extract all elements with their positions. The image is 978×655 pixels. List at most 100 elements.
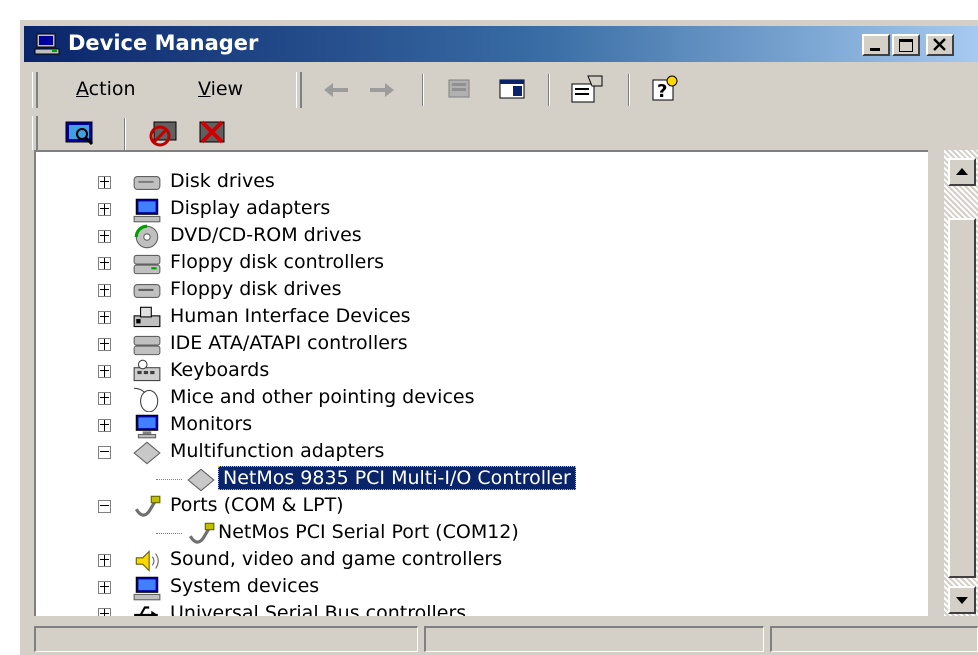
tree-item-label[interactable]: DVD/CD-ROM drives bbox=[170, 224, 362, 246]
tree-device[interactable]: NetMos PCI Serial Port (COM12) bbox=[36, 521, 916, 547]
expand-icon[interactable] bbox=[98, 176, 111, 189]
status-pane-3 bbox=[770, 626, 978, 652]
tree-device[interactable]: NetMos 9835 PCI Multi-I/O Controller bbox=[36, 466, 916, 493]
svg-text:?: ? bbox=[657, 81, 667, 102]
tree-category[interactable]: Floppy disk controllers bbox=[36, 251, 916, 277]
tree-item-label[interactable]: Human Interface Devices bbox=[170, 305, 411, 327]
properties-icon[interactable] bbox=[570, 74, 604, 104]
close-icon bbox=[933, 38, 946, 51]
tree-category[interactable]: DVD/CD-ROM drives bbox=[36, 224, 916, 250]
tree-category[interactable]: Floppy disk drives bbox=[36, 278, 916, 304]
tree-category[interactable]: Multifunction adapters bbox=[36, 440, 916, 466]
monitor-icon bbox=[135, 414, 159, 439]
minimize-button[interactable] bbox=[862, 34, 890, 56]
status-pane-2 bbox=[424, 626, 764, 652]
expand-icon[interactable] bbox=[98, 608, 111, 616]
computer-icon[interactable] bbox=[446, 76, 476, 102]
menu-action[interactable]: Action bbox=[76, 78, 136, 100]
expand-icon[interactable] bbox=[98, 392, 111, 405]
tree-category[interactable]: Keyboards bbox=[36, 359, 916, 385]
toolbar-separator bbox=[124, 118, 126, 150]
back-icon[interactable] bbox=[322, 80, 352, 100]
tree-category[interactable]: Mice and other pointing devices bbox=[36, 386, 916, 412]
tree-category[interactable]: Display adapters bbox=[36, 197, 916, 223]
tree-item-label[interactable]: Sound, video and game controllers bbox=[170, 548, 502, 570]
tree-item-label[interactable]: Universal Serial Bus controllers bbox=[170, 602, 466, 616]
properties-panel-icon[interactable] bbox=[498, 78, 526, 100]
tree-item-label[interactable]: Multifunction adapters bbox=[170, 440, 384, 462]
toolbar2-grip[interactable] bbox=[32, 116, 38, 150]
disk-drive-icon bbox=[133, 176, 161, 190]
expand-icon[interactable] bbox=[98, 365, 111, 378]
tree-item-label[interactable]: Keyboards bbox=[170, 359, 269, 381]
dvd-cdrom-icon bbox=[134, 224, 159, 249]
expand-icon[interactable] bbox=[98, 203, 111, 216]
arrow-down-icon bbox=[956, 597, 968, 604]
scrollbar-thumb[interactable] bbox=[948, 218, 976, 578]
close-button[interactable] bbox=[926, 34, 954, 56]
expand-icon[interactable] bbox=[98, 419, 111, 432]
tree-category[interactable]: Human Interface Devices bbox=[36, 305, 916, 331]
tree-item-label[interactable]: System devices bbox=[170, 575, 319, 597]
status-pane-1 bbox=[34, 626, 418, 652]
system-device-icon bbox=[133, 576, 161, 601]
menu-view[interactable]: View bbox=[198, 78, 243, 100]
menubar-grip[interactable] bbox=[32, 72, 38, 108]
tree-category[interactable]: System devices bbox=[36, 575, 916, 601]
forward-icon[interactable] bbox=[366, 80, 396, 100]
tree-category[interactable]: IDE ATA/ATAPI controllers bbox=[36, 332, 916, 358]
expand-icon[interactable] bbox=[98, 257, 111, 270]
maximize-icon bbox=[899, 39, 913, 52]
expand-icon[interactable] bbox=[98, 311, 111, 324]
maximize-button[interactable] bbox=[892, 34, 920, 56]
tree-item-label[interactable]: Display adapters bbox=[170, 197, 330, 219]
tree-connector-line bbox=[156, 479, 182, 480]
collapse-icon[interactable] bbox=[98, 446, 111, 459]
tree-item-label[interactable]: NetMos PCI Serial Port (COM12) bbox=[218, 521, 519, 543]
disable-device-icon[interactable] bbox=[148, 118, 180, 148]
expand-icon[interactable] bbox=[98, 554, 111, 567]
keyboard-icon bbox=[133, 359, 161, 382]
tree-category[interactable]: Universal Serial Bus controllers bbox=[36, 602, 916, 616]
expand-icon[interactable] bbox=[98, 581, 111, 594]
tree-item-label[interactable]: IDE ATA/ATAPI controllers bbox=[170, 332, 408, 354]
mouse-icon bbox=[134, 387, 159, 412]
expand-icon[interactable] bbox=[98, 284, 111, 297]
tree-category[interactable]: Sound, video and game controllers bbox=[36, 548, 916, 574]
tree-item-label[interactable]: Mice and other pointing devices bbox=[170, 386, 474, 408]
uninstall-device-icon[interactable] bbox=[196, 118, 228, 148]
tree-category[interactable]: Ports (COM & LPT) bbox=[36, 494, 916, 520]
arrow-up-icon bbox=[956, 168, 968, 175]
floppy-controller-icon bbox=[133, 254, 161, 275]
expand-icon[interactable] bbox=[98, 230, 111, 243]
tree-item-label[interactable]: Monitors bbox=[170, 413, 252, 435]
tree-item-label[interactable]: Floppy disk controllers bbox=[170, 251, 384, 273]
device-tree[interactable]: Disk drives Display adapters DVD/CD-ROM dr… bbox=[34, 150, 928, 616]
multifunction-icon bbox=[187, 468, 215, 492]
sound-icon bbox=[135, 550, 159, 572]
scroll-up-button[interactable] bbox=[948, 158, 976, 186]
vertical-scrollbar[interactable] bbox=[944, 150, 978, 616]
expand-icon[interactable] bbox=[98, 338, 111, 351]
title-bar[interactable]: Device Manager bbox=[24, 26, 978, 62]
toolbar-grip[interactable] bbox=[296, 72, 302, 108]
tree-item-label[interactable]: Disk drives bbox=[170, 170, 275, 192]
tree-item-label[interactable]: Floppy disk drives bbox=[170, 278, 342, 300]
toolbar-separator bbox=[628, 74, 630, 106]
toolbar-separator bbox=[548, 74, 550, 106]
minimize-icon bbox=[870, 48, 880, 51]
tree-category[interactable]: Disk drives bbox=[36, 170, 916, 196]
tree-item-label[interactable]: Ports (COM & LPT) bbox=[170, 494, 344, 516]
help-icon[interactable]: ? bbox=[650, 74, 680, 104]
scroll-down-button[interactable] bbox=[948, 586, 976, 614]
tree-item-label[interactable]: NetMos 9835 PCI Multi-I/O Controller bbox=[218, 466, 576, 490]
tree-connector-line bbox=[156, 533, 182, 534]
usb-icon bbox=[134, 606, 158, 616]
display-adapter-icon bbox=[133, 198, 161, 223]
menu-toolbar: Action View ? bbox=[24, 68, 978, 112]
tree-category[interactable]: Monitors bbox=[36, 413, 916, 439]
scan-hardware-icon[interactable] bbox=[64, 118, 96, 148]
window-title: Device Manager bbox=[68, 31, 259, 55]
multifunction-icon bbox=[133, 441, 161, 465]
collapse-icon[interactable] bbox=[98, 500, 111, 513]
